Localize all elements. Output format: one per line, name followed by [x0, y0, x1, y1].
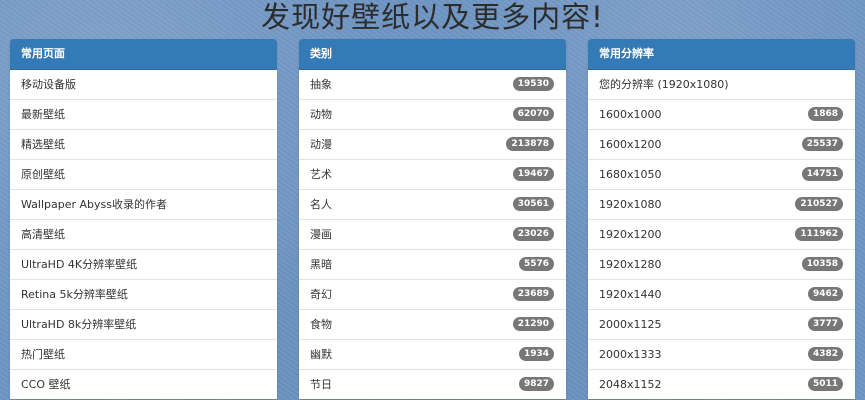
common-page-link[interactable]: 移动设备版	[10, 70, 277, 99]
panel-header: 类别	[299, 39, 566, 70]
count-badge: 5011	[807, 377, 843, 391]
resolution-link[interactable]: 1920x1280 10358	[588, 249, 855, 279]
resolution-link[interactable]: 1920x1080 210527	[588, 189, 855, 219]
count-badge: 3777	[807, 317, 843, 331]
count-badge: 10358	[801, 257, 843, 271]
resolution-link[interactable]: 1680x1050 14751	[588, 159, 855, 189]
count-badge: 1868	[807, 107, 843, 121]
resolution-label: 1680x1050	[599, 168, 662, 181]
category-label: 艺术	[310, 168, 332, 181]
category-link[interactable]: 幽默 1934	[299, 339, 566, 369]
count-badge: 14751	[801, 167, 843, 181]
count-badge: 21290	[512, 317, 554, 331]
resolutions-panel: 常用分辨率 您的分辨率 (1920x1080) 1600x1000 1868 16…	[588, 39, 855, 399]
count-badge: 23026	[512, 227, 554, 241]
resolution-link[interactable]: 1600x1200 25537	[588, 129, 855, 159]
panel-header: 常用分辨率	[588, 39, 855, 70]
resolution-link[interactable]: 1920x1440 9462	[588, 279, 855, 309]
resolution-link[interactable]: 1920x1200 111962	[588, 219, 855, 249]
panel-header: 常用页面	[10, 39, 277, 70]
count-badge: 23689	[512, 287, 554, 301]
count-badge: 19467	[512, 167, 554, 181]
common-page-link[interactable]: 原创壁纸	[10, 159, 277, 189]
count-badge: 4382	[807, 347, 843, 361]
common-page-link[interactable]: UltraHD 4K分辨率壁纸	[10, 249, 277, 279]
resolution-link[interactable]: 您的分辨率 (1920x1080)	[588, 70, 855, 99]
resolution-label: 1920x1080	[599, 198, 662, 211]
categories-panel: 类别 抽象 19530 动物 62070 动漫 213878 艺术 19467 名人 30…	[299, 39, 566, 399]
category-link[interactable]: 黑暗 5576	[299, 249, 566, 279]
category-label: 节日	[310, 378, 332, 391]
category-label: 抽象	[310, 78, 332, 91]
count-badge: 30561	[512, 197, 554, 211]
resolution-label: 2000x1125	[599, 318, 662, 331]
count-badge: 111962	[795, 227, 843, 241]
common-page-link[interactable]: Retina 5k分辨率壁纸	[10, 279, 277, 309]
count-badge: 9462	[807, 287, 843, 301]
category-link[interactable]: 抽象 19530	[299, 70, 566, 99]
resolution-label: 1920x1280	[599, 258, 662, 271]
category-label: 名人	[310, 198, 332, 211]
resolution-label: 您的分辨率 (1920x1080)	[599, 78, 729, 91]
resolution-label: 1600x1000	[599, 108, 662, 121]
resolution-label: 2000x1333	[599, 348, 662, 361]
category-label: 食物	[310, 318, 332, 331]
common-page-link[interactable]: CCO 壁纸	[10, 369, 277, 399]
common-pages-panel: 常用页面 移动设备版 最新壁纸 精选壁纸 原创壁纸 Wallpaper Abys…	[10, 39, 277, 399]
category-link[interactable]: 漫画 23026	[299, 219, 566, 249]
common-page-link[interactable]: 最新壁纸	[10, 99, 277, 129]
category-link[interactable]: 奇幻 23689	[299, 279, 566, 309]
resolution-label: 1600x1200	[599, 138, 662, 151]
count-badge: 210527	[795, 197, 843, 211]
category-label: 黑暗	[310, 258, 332, 271]
resolution-link[interactable]: 2000x1333 4382	[588, 339, 855, 369]
resolution-link[interactable]: 2048x1152 5011	[588, 369, 855, 399]
category-link[interactable]: 动物 62070	[299, 99, 566, 129]
common-page-link[interactable]: 热门壁纸	[10, 339, 277, 369]
common-page-link[interactable]: Wallpaper Abyss收录的作者	[10, 189, 277, 219]
category-link[interactable]: 食物 21290	[299, 309, 566, 339]
category-link[interactable]: 艺术 19467	[299, 159, 566, 189]
count-badge: 19530	[512, 77, 554, 91]
common-page-link[interactable]: 精选壁纸	[10, 129, 277, 159]
count-badge: 5576	[518, 257, 554, 271]
resolution-link[interactable]: 2000x1125 3777	[588, 309, 855, 339]
resolution-link[interactable]: 1600x1000 1868	[588, 99, 855, 129]
category-link[interactable]: 动漫 213878	[299, 129, 566, 159]
count-badge: 213878	[506, 137, 554, 151]
count-badge: 1934	[518, 347, 554, 361]
resolution-label: 1920x1440	[599, 288, 662, 301]
count-badge: 9827	[518, 377, 554, 391]
category-label: 漫画	[310, 228, 332, 241]
count-badge: 62070	[512, 107, 554, 121]
category-link[interactable]: 节日 9827	[299, 369, 566, 399]
common-page-link[interactable]: 高清壁纸	[10, 219, 277, 249]
common-page-link[interactable]: UltraHD 8k分辨率壁纸	[10, 309, 277, 339]
category-label: 动物	[310, 108, 332, 121]
resolution-label: 2048x1152	[599, 378, 662, 391]
category-label: 动漫	[310, 138, 332, 151]
category-label: 幽默	[310, 348, 332, 361]
page-title: 发现好壁纸以及更多内容!	[261, 0, 604, 34]
category-label: 奇幻	[310, 288, 332, 301]
resolution-label: 1920x1200	[599, 228, 662, 241]
category-link[interactable]: 名人 30561	[299, 189, 566, 219]
count-badge: 25537	[801, 137, 843, 151]
